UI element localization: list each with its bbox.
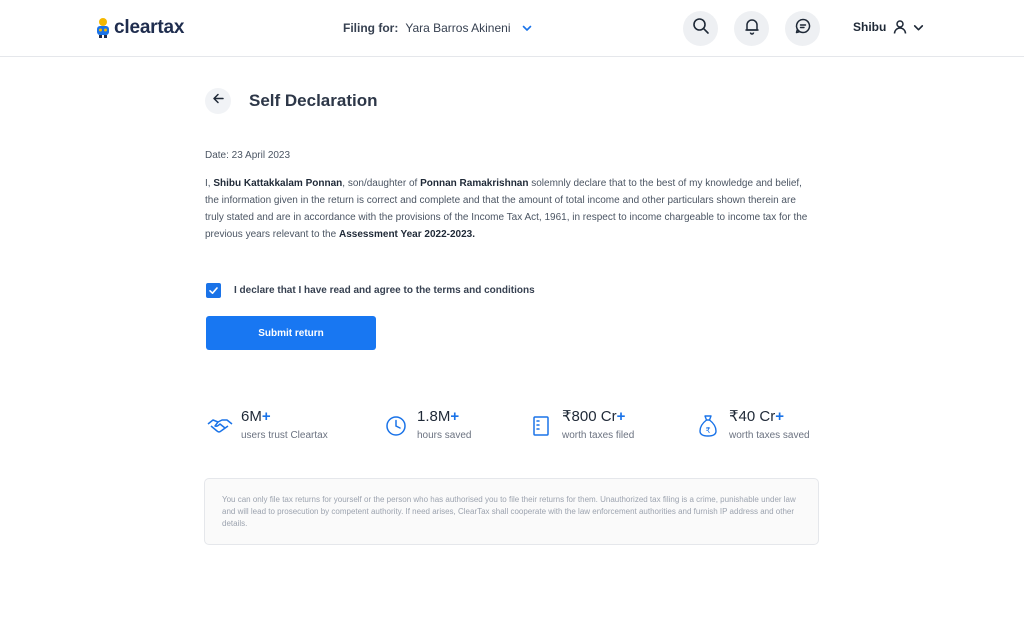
stat-label: worth taxes saved xyxy=(729,430,810,441)
user-menu[interactable]: Shibu xyxy=(853,19,925,35)
user-name: Shibu xyxy=(853,20,887,34)
chevron-down-icon xyxy=(914,24,924,30)
filing-for-selector[interactable]: Filing for: Yara Barros Akineni xyxy=(343,21,533,35)
search-icon xyxy=(692,17,710,40)
stat-value: ₹40 Cr+ xyxy=(729,408,784,425)
filing-name: Yara Barros Akineni xyxy=(405,21,511,35)
bell-icon xyxy=(743,17,761,40)
logo-text: cleartax xyxy=(114,17,185,38)
stat-label: worth taxes filed xyxy=(562,430,635,441)
stat-hours: 1.8M+ hours saved xyxy=(383,408,471,441)
stat-label: users trust Cleartax xyxy=(241,430,328,441)
chat-button[interactable] xyxy=(785,11,820,46)
stat-label: hours saved xyxy=(417,430,472,441)
declaration-middle: , son/daughter of xyxy=(342,178,421,189)
chevron-down-icon xyxy=(521,22,533,34)
check-icon xyxy=(209,287,218,294)
declarant-name: Shibu Kattakkalam Ponnan xyxy=(213,178,343,189)
terms-label: I declare that I have read and agree to … xyxy=(234,285,535,296)
notifications-button[interactable] xyxy=(734,11,769,46)
stat-value: 1.8M+ xyxy=(417,408,460,425)
stat-value: ₹800 Cr+ xyxy=(562,408,626,425)
arrow-left-icon xyxy=(212,92,225,110)
back-button[interactable] xyxy=(205,88,231,114)
terms-checkbox[interactable] xyxy=(206,283,221,298)
handshake-icon xyxy=(207,413,233,439)
svg-text:₹: ₹ xyxy=(705,426,710,435)
money-bag-icon: ₹ xyxy=(695,413,721,439)
declaration-text: I, Shibu Kattakkalam Ponnan, son/daughte… xyxy=(205,175,817,243)
page-title: Self Declaration xyxy=(249,91,378,110)
document-icon xyxy=(528,413,554,439)
filing-label: Filing for: xyxy=(343,21,399,35)
declaration-date: Date: 23 April 2023 xyxy=(205,150,291,161)
terms-agreement[interactable]: I declare that I have read and agree to … xyxy=(206,283,535,298)
stat-taxes-filed: ₹800 Cr+ worth taxes filed xyxy=(528,408,634,441)
submit-return-button[interactable]: Submit return xyxy=(206,316,376,350)
top-header: cleartax Filing for: Yara Barros Akineni… xyxy=(0,0,1024,57)
cleartax-logo[interactable]: cleartax xyxy=(95,17,184,39)
stat-value: 6M+ xyxy=(241,408,271,425)
legal-disclaimer: You can only file tax returns for yourse… xyxy=(204,478,819,545)
clock-icon xyxy=(383,413,409,439)
stat-taxes-saved: ₹ ₹40 Cr+ worth taxes saved xyxy=(695,408,810,441)
stat-users: 6M+ users trust Cleartax xyxy=(207,408,328,441)
logo-mark-icon xyxy=(95,17,111,39)
user-icon xyxy=(894,20,907,34)
parent-name: Ponnan Ramakrishnan xyxy=(420,178,529,189)
chat-icon xyxy=(794,17,812,40)
search-button[interactable] xyxy=(683,11,718,46)
assessment-year: Assessment Year 2022-2023. xyxy=(338,229,475,240)
